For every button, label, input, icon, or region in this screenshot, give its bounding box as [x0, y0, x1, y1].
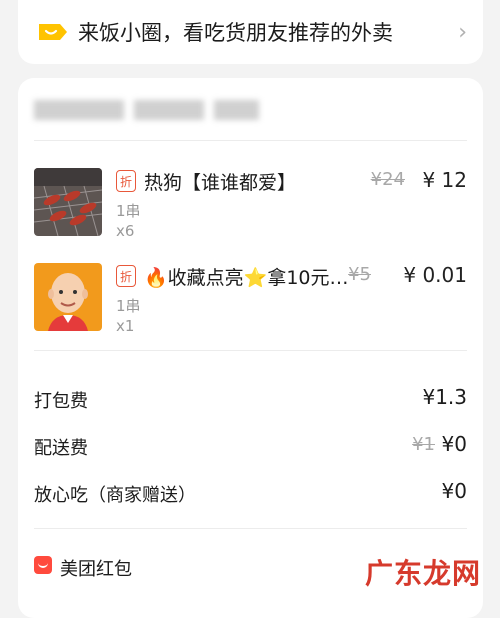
banner-text: 来饭小圈，看吃货朋友推荐的外卖 — [78, 21, 393, 45]
chevron-right-icon: › — [458, 19, 467, 45]
fee-label: 配送费 — [34, 438, 88, 459]
fee-row-assurance: 放心吃（商家赠送） ¥0 — [34, 479, 467, 509]
item-name: 🔥收藏点亮⭐拿10元… — [144, 267, 349, 289]
order-item: 折 🔥收藏点亮⭐拿10元… 1串 x1 ¥5 ¥ 0.01 — [34, 263, 467, 343]
discount-tag: 折 — [116, 170, 136, 192]
original-price: ¥24 — [370, 169, 405, 190]
fee-label: 放心吃（商家赠送） — [34, 485, 196, 506]
store-name-blurred — [34, 98, 284, 122]
friend-circle-banner[interactable]: 来饭小圈，看吃货朋友推荐的外卖 › — [18, 0, 483, 64]
order-item: 折 热狗【谁谁都爱】 1串 x6 ¥24 ¥ 12 — [34, 168, 467, 248]
order-card: 折 热狗【谁谁都爱】 1串 x6 ¥24 ¥ 12 折 🔥收藏点亮⭐拿10元… … — [18, 78, 483, 618]
fee-row-packing: 打包费 ¥1.3 — [34, 385, 467, 415]
item-name: 热狗【谁谁都爱】 — [144, 172, 297, 194]
fee-row-delivery: 配送费 ¥1 ¥0 — [34, 432, 467, 462]
fee-value: ¥1.3 — [422, 385, 467, 409]
watermark-text: 广东龙网 — [365, 557, 482, 590]
red-packet-icon — [34, 556, 52, 574]
item-quantity: x1 — [116, 317, 135, 335]
smile-logo-icon — [36, 21, 70, 43]
fee-value: ¥0 — [441, 432, 467, 456]
discount-tag: 折 — [116, 265, 136, 287]
fee-original: ¥1 — [412, 434, 435, 455]
item-quantity: x6 — [116, 222, 135, 240]
item-price: ¥ 12 — [422, 168, 467, 192]
divider — [34, 140, 467, 141]
fee-value: ¥0 — [441, 479, 467, 503]
divider — [34, 350, 467, 351]
red-packet-label[interactable]: 美团红包 — [60, 555, 132, 581]
item-spec: 1串 — [116, 297, 141, 315]
item-price: ¥ 0.01 — [403, 263, 467, 287]
item-spec: 1串 — [116, 202, 141, 220]
fee-label: 打包费 — [34, 391, 88, 412]
divider — [34, 528, 467, 529]
original-price: ¥5 — [348, 264, 371, 285]
avatar-cartoon-image — [34, 263, 102, 331]
hotdog-image — [34, 168, 102, 236]
